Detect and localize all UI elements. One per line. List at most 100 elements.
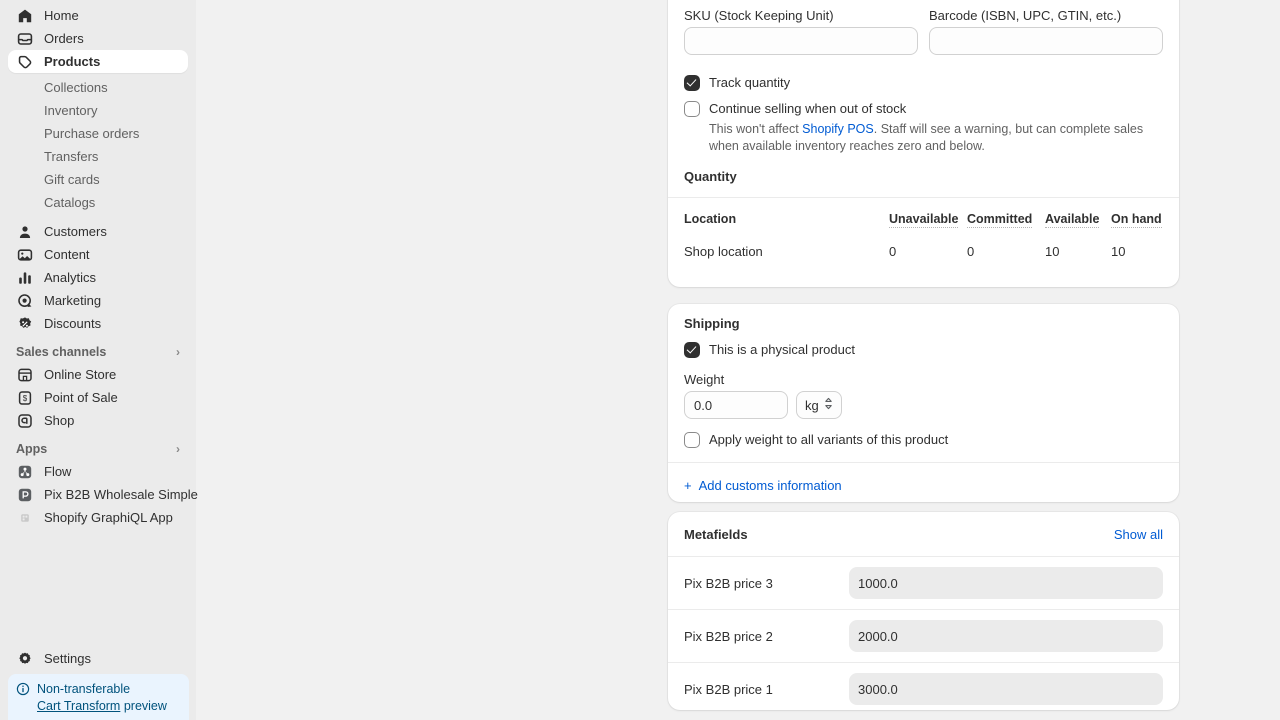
sku-input[interactable] bbox=[684, 27, 918, 55]
continue-selling-label: Continue selling when out of stock bbox=[709, 101, 906, 117]
chevron-right-icon: › bbox=[176, 346, 180, 358]
sidebar-item-shopify-graphiql-app[interactable]: Shopify GraphiQL App bbox=[8, 506, 188, 529]
add-customs-information-button[interactable]: + Add customs information bbox=[668, 463, 1179, 507]
sidebar-item-label: Gift cards bbox=[44, 172, 100, 187]
orders-icon bbox=[16, 30, 34, 48]
track-quantity-checkbox[interactable] bbox=[684, 75, 700, 91]
products-tag-icon bbox=[16, 53, 34, 71]
physical-product-label: This is a physical product bbox=[709, 342, 855, 358]
sidebar-item-content[interactable]: Content bbox=[8, 243, 188, 266]
sidebar-item-label: Customers bbox=[44, 224, 107, 239]
barcode-input[interactable] bbox=[929, 27, 1163, 55]
show-all-metafields-link[interactable]: Show all bbox=[1114, 527, 1163, 542]
physical-product-row[interactable]: This is a physical product bbox=[684, 342, 1163, 358]
sidebar-item-discounts[interactable]: Discounts bbox=[8, 312, 188, 335]
sidebar-item-label: Purchase orders bbox=[44, 126, 139, 141]
sidebar-item-gift-cards[interactable]: Gift cards bbox=[8, 168, 188, 191]
sidebar-item-point-of-sale[interactable]: $ Point of Sale bbox=[8, 386, 188, 409]
sidebar-item-label: Catalogs bbox=[44, 195, 95, 210]
track-quantity-row[interactable]: Track quantity bbox=[684, 75, 1163, 91]
quantity-table: Location Unavailable Committed Available… bbox=[684, 212, 1163, 259]
shipping-card-body: Shipping This is a physical product Weig… bbox=[668, 304, 1179, 462]
continue-selling-row[interactable]: Continue selling when out of stock bbox=[684, 101, 1163, 117]
sidebar: Home Orders Products Collections Invento… bbox=[0, 0, 196, 720]
table-header-row: Location Unavailable Committed Available… bbox=[684, 212, 1163, 228]
sidebar-item-label: Transfers bbox=[44, 149, 98, 164]
metafields-header: Metafields Show all bbox=[668, 512, 1179, 556]
plus-icon: + bbox=[684, 478, 692, 493]
metafield-input[interactable] bbox=[849, 620, 1163, 652]
sku-label: SKU (Stock Keeping Unit) bbox=[684, 8, 918, 23]
graphiql-app-icon bbox=[16, 509, 34, 527]
weight-unit-value: kg bbox=[805, 398, 819, 413]
metafield-label: Pix B2B price 2 bbox=[684, 629, 849, 644]
sales-channels-title: Sales channels bbox=[16, 345, 106, 359]
sidebar-item-analytics[interactable]: Analytics bbox=[8, 266, 188, 289]
sidebar-item-label: Analytics bbox=[44, 270, 96, 285]
sidebar-item-collections[interactable]: Collections bbox=[8, 76, 188, 99]
cart-transform-link[interactable]: Cart Transform bbox=[37, 699, 120, 713]
column-header-unavailable: Unavailable bbox=[889, 212, 967, 228]
continue-selling-checkbox[interactable] bbox=[684, 101, 700, 117]
banner-line-2: Cart Transform preview bbox=[37, 698, 167, 715]
apps-section-header[interactable]: Apps › bbox=[8, 438, 188, 460]
metafield-label: Pix B2B price 1 bbox=[684, 682, 849, 697]
quantity-table-head: Location Unavailable Committed Available… bbox=[684, 212, 1163, 228]
cell-committed: 0 bbox=[967, 228, 1045, 259]
help-prefix: This won't affect bbox=[709, 122, 802, 136]
sidebar-item-label: Marketing bbox=[44, 293, 101, 308]
metafields-heading: Metafields bbox=[684, 527, 748, 542]
svg-text:$: $ bbox=[23, 394, 28, 403]
shopify-pos-link[interactable]: Shopify POS bbox=[802, 122, 874, 136]
sidebar-item-settings[interactable]: Settings bbox=[8, 647, 188, 670]
content-image-icon bbox=[16, 246, 34, 264]
sidebar-item-catalogs[interactable]: Catalogs bbox=[8, 191, 188, 214]
shopify-admin-product-page: Home Orders Products Collections Invento… bbox=[0, 0, 1280, 720]
apply-weight-label: Apply weight to all variants of this pro… bbox=[709, 432, 948, 448]
barcode-label: Barcode (ISBN, UPC, GTIN, etc.) bbox=[929, 8, 1163, 23]
cell-available[interactable]: 10 bbox=[1045, 228, 1111, 259]
flow-app-icon bbox=[16, 463, 34, 481]
sidebar-item-label: Collections bbox=[44, 80, 108, 95]
apply-weight-checkbox[interactable] bbox=[684, 432, 700, 448]
settings-row: Settings bbox=[0, 647, 196, 670]
point-of-sale-icon: $ bbox=[16, 389, 34, 407]
banner-line-1: Non-transferable bbox=[37, 681, 167, 698]
sidebar-item-label: Inventory bbox=[44, 103, 97, 118]
sidebar-item-shop[interactable]: Shop bbox=[8, 409, 188, 432]
sidebar-item-label: Discounts bbox=[44, 316, 101, 331]
sidebar-item-flow[interactable]: Flow bbox=[8, 460, 188, 483]
sidebar-item-marketing[interactable]: Marketing bbox=[8, 289, 188, 312]
weight-input[interactable] bbox=[684, 391, 788, 419]
sku-field-group: SKU (Stock Keeping Unit) bbox=[684, 8, 918, 55]
cell-unavailable[interactable]: 0 bbox=[889, 228, 967, 259]
metafield-input[interactable] bbox=[849, 673, 1163, 705]
sales-channels-section-header[interactable]: Sales channels › bbox=[8, 341, 188, 363]
sidebar-item-pix-b2b-wholesale-simple[interactable]: Pix B2B Wholesale Simple bbox=[8, 483, 188, 506]
metafield-label: Pix B2B price 3 bbox=[684, 576, 849, 591]
sidebar-item-orders[interactable]: Orders bbox=[8, 27, 188, 50]
sidebar-item-label: Orders bbox=[44, 31, 84, 46]
track-quantity-label: Track quantity bbox=[709, 75, 790, 91]
sidebar-item-home[interactable]: Home bbox=[8, 4, 188, 27]
weight-row: kg bbox=[684, 391, 1163, 419]
sidebar-item-label: Online Store bbox=[44, 367, 116, 382]
apps-title: Apps bbox=[16, 442, 47, 456]
quantity-table-body: Shop location 0 0 10 10 bbox=[684, 228, 1163, 259]
weight-unit-select[interactable]: kg bbox=[796, 391, 842, 419]
apply-weight-all-variants-row[interactable]: Apply weight to all variants of this pro… bbox=[684, 432, 1163, 448]
shipping-card: Shipping This is a physical product Weig… bbox=[668, 304, 1179, 502]
analytics-bars-icon bbox=[16, 269, 34, 287]
physical-product-checkbox[interactable] bbox=[684, 342, 700, 358]
metafield-input[interactable] bbox=[849, 567, 1163, 599]
cell-on-hand[interactable]: 10 bbox=[1111, 228, 1163, 259]
sidebar-item-products[interactable]: Products bbox=[8, 50, 188, 73]
sidebar-item-inventory[interactable]: Inventory bbox=[8, 99, 188, 122]
sidebar-item-transfers[interactable]: Transfers bbox=[8, 145, 188, 168]
sku-barcode-row: SKU (Stock Keeping Unit) Barcode (ISBN, … bbox=[684, 8, 1163, 55]
shop-icon bbox=[16, 412, 34, 430]
sidebar-item-online-store[interactable]: Online Store bbox=[8, 363, 188, 386]
banner-text: Non-transferable Cart Transform preview bbox=[37, 681, 167, 720]
sidebar-item-purchase-orders[interactable]: Purchase orders bbox=[8, 122, 188, 145]
sidebar-item-customers[interactable]: Customers bbox=[8, 220, 188, 243]
